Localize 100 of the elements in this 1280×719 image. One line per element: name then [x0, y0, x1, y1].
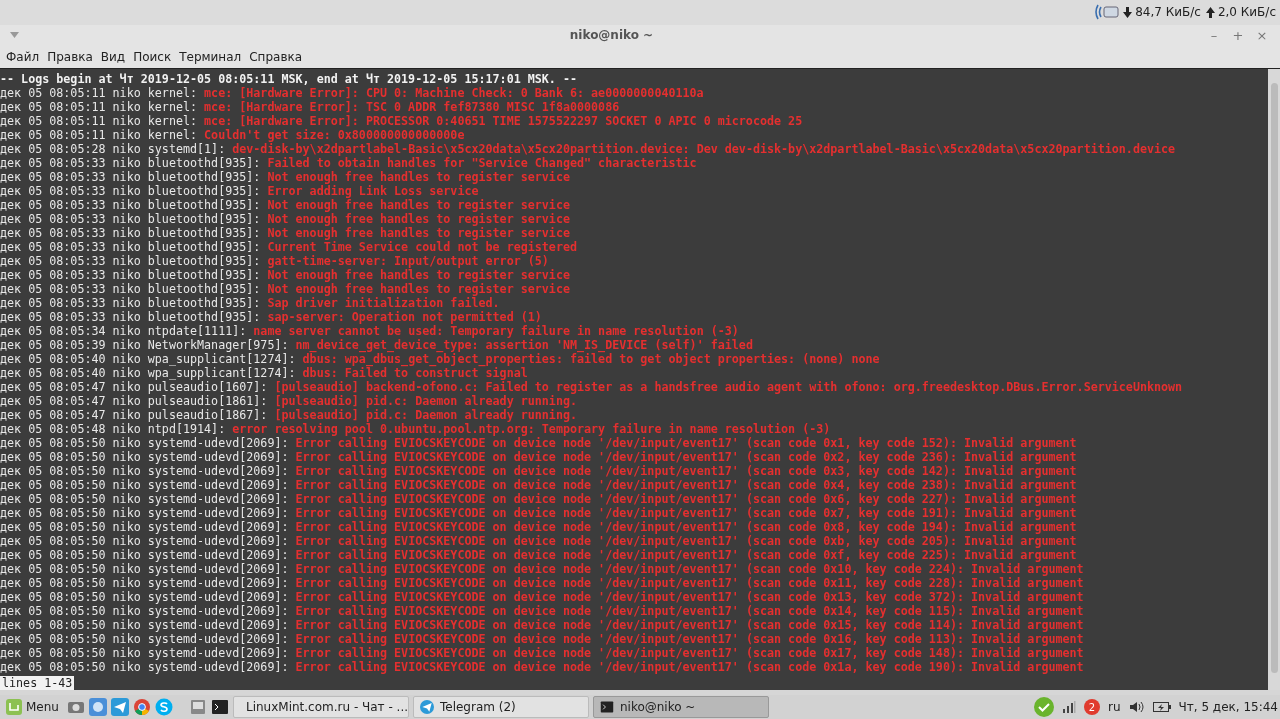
log-prefix: дек 05 08:05:33 niko bluetoothd[935]: — [0, 225, 262, 240]
signal-bars-icon[interactable] — [1062, 700, 1076, 714]
window-menu-caret-icon[interactable] — [10, 32, 19, 39]
menu-item[interactable]: Правка — [43, 49, 97, 64]
log-message: Error calling EVIOCSKEYCODE on device node '/dev/input/event17' (scan code 0x1a, key code 190): Invalid argument — [295, 659, 1084, 674]
taskbar-window-button[interactable]: Telegram (2) — [412, 696, 589, 718]
log-prefix: дек 05 08:05:50 niko systemd-udevd[2069]: — [0, 631, 290, 646]
log-prefix: дек 05 08:05:33 niko bluetoothd[935]: — [0, 155, 261, 170]
menu-item[interactable]: Поиск — [129, 49, 176, 64]
log-message: dev-disk-by\x2dpartlabel-Basic\x5cx20data\x5cx20partition.device: Dev dev-disk-by\x2dpartlabel-Basic\x5cx20data\x5cx20partition.device — [232, 141, 1176, 156]
log-message: Error calling EVIOCSKEYCODE on device node '/dev/input/event17' (scan code 0x7, key code 191): Invalid argument — [295, 505, 1077, 520]
terminal-launcher-icon[interactable] — [210, 698, 229, 716]
clock[interactable]: Чт, 5 дек, 15:44 — [1178, 700, 1278, 714]
window-title: niko@niko ~ — [568, 28, 655, 43]
log-message: mce: [Hardware Error]: TSC 0 ADDR fef87380 MISC 1f8a0000086 — [204, 99, 620, 114]
network-activity-icon[interactable] — [1094, 3, 1121, 22]
skype-launcher-icon[interactable] — [154, 698, 173, 716]
download-arrow-icon — [1123, 7, 1133, 18]
battery-icon[interactable] — [1152, 701, 1171, 713]
log-prefix: дек 05 08:05:28 niko systemd[1]: — [0, 141, 227, 156]
log-prefix: дек 05 08:05:33 niko bluetoothd[935]: — [0, 281, 262, 296]
log-prefix: дек 05 08:05:34 niko ntpdate[1111]: — [0, 323, 248, 338]
log-prefix: дек 05 08:05:40 niko wpa_supplicant[1274]: — [0, 365, 297, 380]
log-message: Current Time Service could not be registered — [267, 239, 577, 254]
log-prefix: дек 05 08:05:50 niko systemd-udevd[2069]: — [0, 491, 290, 506]
log-message: dbus: wpa_dbus_get_object_properties: failed to get object properties: (none) none — [302, 351, 880, 366]
log-prefix: дек 05 08:05:47 niko pulseaudio[1867]: — [0, 407, 269, 422]
log-message: Not enough free handles to register service — [267, 169, 570, 184]
log-message: Error calling EVIOCSKEYCODE on device node '/dev/input/event17' (scan code 0x13, key code 372): Invalid argument — [295, 589, 1084, 604]
volume-icon[interactable] — [1128, 700, 1145, 714]
log-prefix: дек 05 08:05:50 niko systemd-udevd[2069]: — [0, 463, 290, 478]
menu-item[interactable]: Справка — [245, 49, 307, 64]
window-control-button[interactable]: – — [1204, 27, 1224, 43]
log-message: name server cannot be used: Temporary failure in name resolution (-3) — [253, 323, 739, 338]
log-prefix: дек 05 08:05:33 niko bluetoothd[935]: — [0, 309, 262, 324]
log-message: Error calling EVIOCSKEYCODE on device node '/dev/input/event17' (scan code 0x3, key code 142): Invalid argument — [295, 463, 1077, 478]
log-prefix: дек 05 08:05:33 niko bluetoothd[935]: — [0, 295, 262, 310]
log-prefix: дек 05 08:05:11 niko kernel: — [0, 127, 199, 142]
log-message: Error calling EVIOCSKEYCODE on device node '/dev/input/event17' (scan code 0x16, key code 113): Invalid argument — [295, 631, 1084, 646]
upload-arrow-icon — [1205, 7, 1215, 18]
log-prefix: дек 05 08:05:40 niko wpa_supplicant[1274]: — [0, 351, 296, 366]
log-prefix: дек 05 08:05:50 niko systemd-udevd[2069]: — [0, 477, 290, 492]
log-prefix: дек 05 08:05:33 niko bluetoothd[935]: — [0, 169, 262, 184]
log-prefix: дек 05 08:05:11 niko kernel: — [0, 85, 199, 100]
notification-badge[interactable]: 2 — [1084, 699, 1100, 715]
log-message: Error calling EVIOCSKEYCODE on device node '/dev/input/event17' (scan code 0xf, key code 225): Invalid argument — [295, 547, 1077, 562]
window-control-button[interactable]: + — [1228, 27, 1248, 43]
log-prefix: дек 05 08:05:50 niko systemd-udevd[2069]: — [0, 575, 290, 590]
log-message: Error calling EVIOCSKEYCODE on device node '/dev/input/event17' (scan code 0x10, key code 224): Invalid argument — [295, 561, 1084, 576]
log-prefix: дек 05 08:05:33 niko bluetoothd[935]: — [0, 253, 262, 268]
taskbar-window-button[interactable]: LinuxMint.com.ru - Чат - ... — [232, 696, 409, 718]
log-message: Not enough free handles to register service — [267, 267, 570, 282]
update-check-icon[interactable] — [1034, 697, 1054, 717]
menu-item[interactable]: Файл — [2, 49, 44, 64]
log-message: Not enough free handles to register service — [267, 281, 570, 296]
paper-plane-launcher-icon[interactable] — [110, 698, 129, 716]
browser-launcher-icon[interactable] — [88, 698, 107, 716]
log-prefix: дек 05 08:05:48 niko ntpd[1914]: — [0, 421, 226, 436]
log-message: error resolving pool 0.ubuntu.pool.ntp.org: Temporary failure in name resolution (-3) — [232, 421, 831, 436]
log-prefix: дек 05 08:05:50 niko systemd-udevd[2069]: — [0, 589, 290, 604]
log-message: Error calling EVIOCSKEYCODE on device node '/dev/input/event17' (scan code 0x4, key code 238): Invalid argument — [295, 477, 1077, 492]
paper-plane-icon — [419, 700, 434, 714]
log-prefix: дек 05 08:05:50 niko systemd-udevd[2069]: — [0, 617, 290, 632]
menu-item[interactable]: Терминал — [175, 49, 246, 64]
chrome-launcher-icon[interactable] — [132, 698, 151, 716]
log-prefix: дек 05 08:05:50 niko systemd-udevd[2069]: — [0, 659, 290, 674]
log-message: [pulseaudio] pid.c: Daemon already running. — [274, 407, 577, 422]
mint-logo-icon — [6, 699, 22, 715]
log-prefix: дек 05 08:05:50 niko systemd-udevd[2069]: — [0, 519, 290, 534]
log-message: dbus: Failed to construct signal — [302, 365, 528, 380]
pager-status: lines 1-43 — [0, 675, 75, 690]
log-prefix: дек 05 08:05:33 niko bluetoothd[935]: — [0, 239, 262, 254]
log-prefix: дек 05 08:05:33 niko bluetoothd[935]: — [0, 197, 262, 212]
log-prefix: дек 05 08:05:33 niko bluetoothd[935]: — [0, 183, 262, 198]
log-message: [pulseaudio] pid.c: Daemon already running. — [274, 393, 577, 408]
keyboard-layout[interactable]: ru — [1108, 700, 1121, 714]
log-message: Error calling EVIOCSKEYCODE on device node '/dev/input/event17' (scan code 0x17, key code 148): Invalid argument — [295, 645, 1084, 660]
log-message: mce: [Hardware Error]: CPU 0: Machine Check: 0 Bank 6: ae0000000040110a — [204, 85, 704, 100]
log-message: Error calling EVIOCSKEYCODE on device node '/dev/input/event17' (scan code 0x8, key code 194): Invalid argument — [295, 519, 1077, 534]
download-speed: 84,7 КиБ/с — [1135, 5, 1201, 20]
log-prefix: дек 05 08:05:50 niko systemd-udevd[2069]: — [0, 645, 290, 660]
log-message: Error adding Link Loss service — [267, 183, 479, 198]
menu-item[interactable]: Вид — [96, 49, 130, 64]
log-prefix: дек 05 08:05:11 niko kernel: — [0, 113, 199, 128]
log-prefix: дек 05 08:05:47 niko pulseaudio[1861]: — [0, 393, 269, 408]
log-message: Error calling EVIOCSKEYCODE on device node '/dev/input/event17' (scan code 0x2, key code 236): Invalid argument — [295, 449, 1077, 464]
log-prefix: дек 05 08:05:50 niko systemd-udevd[2069]: — [0, 547, 290, 562]
scrollbar[interactable] — [1268, 68, 1280, 691]
log-message: Not enough free handles to register service — [267, 225, 570, 240]
log-message: Not enough free handles to register service — [267, 211, 570, 226]
log-message: Failed to obtain handles for "Service Changed" characteristic — [267, 155, 697, 170]
log-prefix: дек 05 08:05:39 niko NetworkManager[975]: — [0, 337, 290, 352]
start-menu-button[interactable]: Menu — [2, 699, 63, 715]
window-control-button[interactable]: × — [1252, 27, 1272, 43]
taskbar-window-button[interactable]: niko@niko ~ — [592, 696, 769, 718]
log-prefix: дек 05 08:05:33 niko bluetoothd[935]: — [0, 211, 262, 226]
log-message: Sap driver initialization failed. — [267, 295, 500, 310]
log-message: gatt-time-server: Input/output error (5) — [267, 253, 549, 268]
log-message: Error calling EVIOCSKEYCODE on device node '/dev/input/event17' (scan code 0xb, key code 205): Invalid argument — [295, 533, 1077, 548]
log-message: [pulseaudio] backend-ofono.c: Failed to register as a handsfree audio agent with ofono: org.freedesktop.DBus.Error.ServiceUnknown — [274, 379, 1183, 394]
